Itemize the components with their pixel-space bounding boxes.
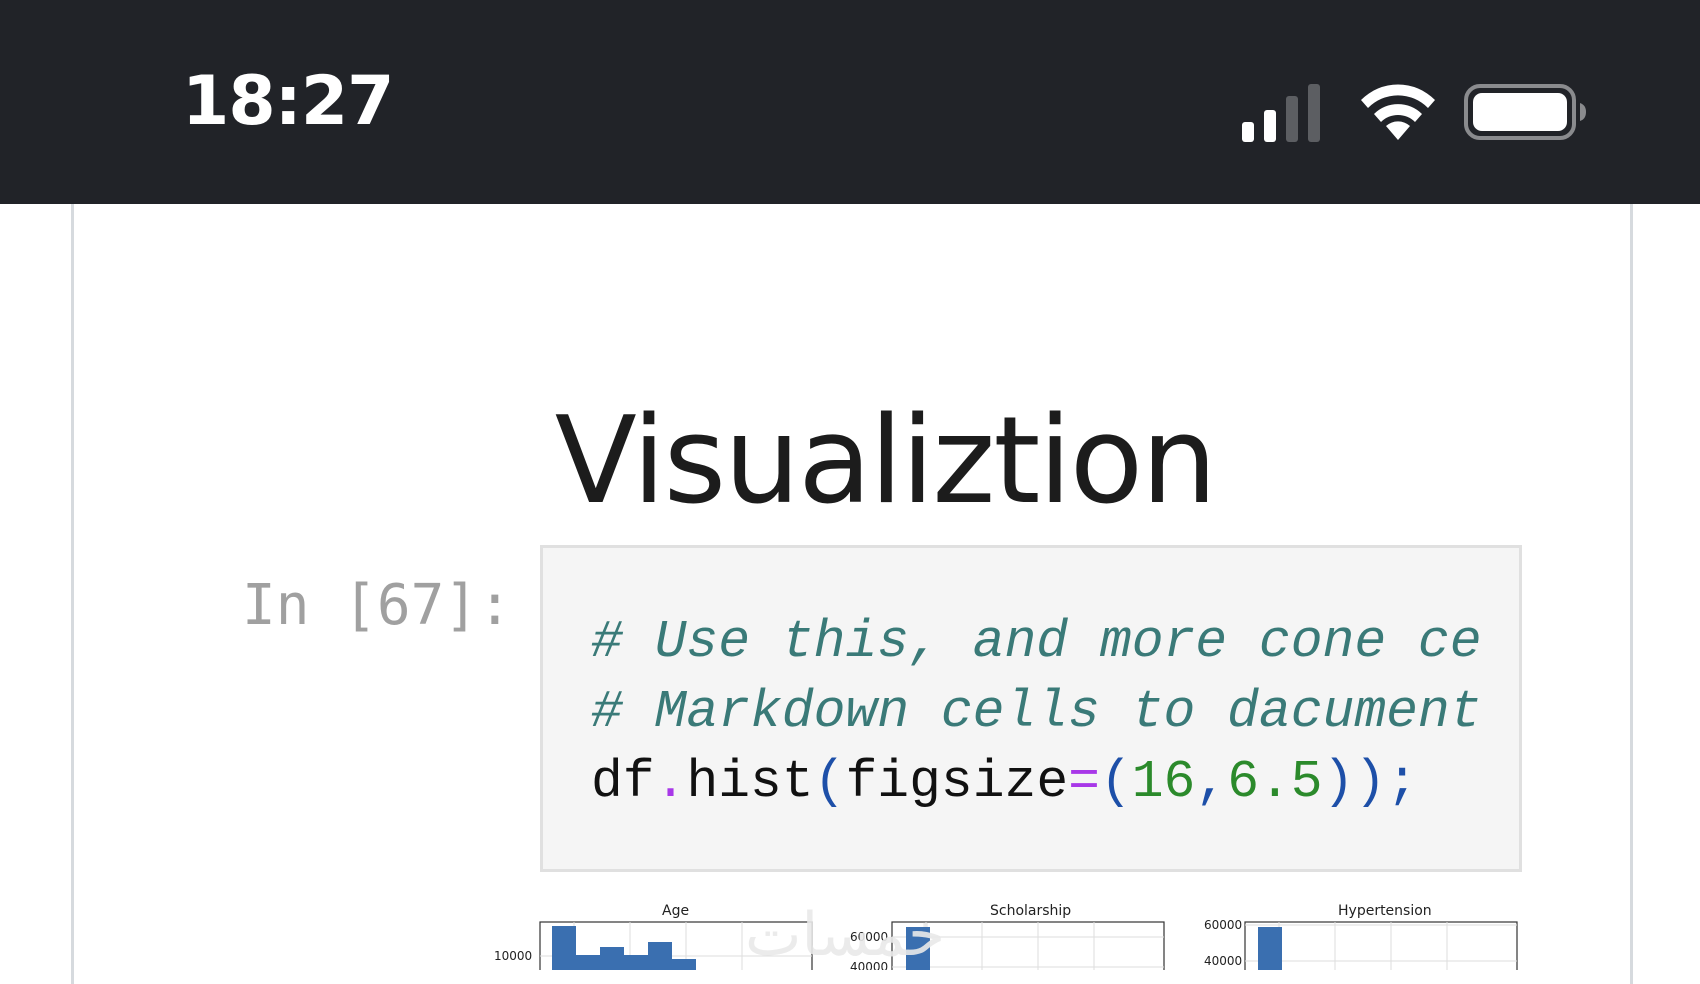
section-heading: Visualiztion [554, 392, 1217, 532]
code-token: hist [686, 752, 814, 812]
tick-label: 10000 [494, 949, 533, 963]
tick-label: 60000 [1204, 918, 1243, 932]
hypertension-axes [1244, 921, 1518, 970]
histogram-title-scholarship: Scholarship [990, 903, 1072, 919]
age-bar [672, 959, 696, 970]
hypertension-bar [1258, 927, 1282, 970]
code-token: ( [813, 752, 846, 812]
cell-prompt: In [67]: [242, 573, 512, 638]
age-bar [624, 955, 648, 970]
watermark-logo: خمسات [745, 900, 946, 970]
code-token: ) [1322, 752, 1355, 812]
code-cell[interactable]: # Use this, and more cone ce # Markdown … [540, 545, 1522, 872]
code-token: 6.5 [1227, 752, 1323, 812]
code-line-hist: df.hist(figsize=(16,6.5)); [591, 756, 1418, 809]
code-token: ; [1386, 752, 1419, 812]
code-token: 16 [1131, 752, 1196, 812]
age-bar [576, 955, 600, 970]
tick-label: 40000 [1204, 954, 1243, 968]
status-time: 18:27 [182, 62, 394, 141]
age-bar [648, 942, 672, 970]
code-token: = [1068, 752, 1100, 812]
code-token: , [1195, 752, 1228, 812]
code-token: figsize [845, 752, 1069, 812]
code-token: ) [1354, 752, 1387, 812]
age-bar [552, 926, 576, 970]
code-token: df [591, 752, 655, 812]
code-comment-line-2: # Markdown cells to dacument [591, 682, 1482, 742]
histogram-title-age: Age [662, 903, 690, 919]
histogram-title-hypertension: Hypertension [1338, 903, 1432, 919]
cellular-signal-icon [1242, 84, 1320, 142]
code-token: . [654, 752, 687, 812]
cell-output-histograms: Age 10000 Scholarship 60000 40000 Hypert… [480, 895, 1560, 970]
code-token: ( [1099, 752, 1132, 812]
code-comment-line-1: # Use this, and more cone ce [591, 612, 1482, 672]
battery-icon [1464, 84, 1586, 140]
age-bar [600, 947, 624, 970]
status-bar: 18:27 [0, 0, 1700, 204]
wifi-icon [1361, 84, 1435, 140]
